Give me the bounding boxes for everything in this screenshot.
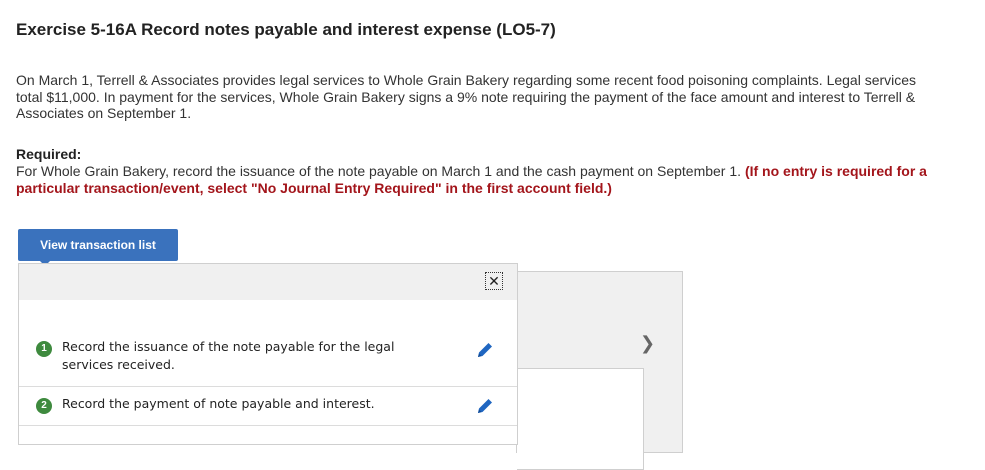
required-label: Required:: [16, 146, 82, 162]
page-title: Exercise 5-16A Record notes payable and …: [16, 20, 556, 39]
close-icon[interactable]: ✕: [485, 272, 503, 290]
transaction-item-1[interactable]: 1 Record the issuance of the note payabl…: [19, 336, 517, 387]
transaction-description: Record the issuance of the note payable …: [62, 339, 395, 372]
required-text: For Whole Grain Bakery, record the issua…: [16, 163, 742, 179]
pencil-icon[interactable]: [475, 340, 495, 360]
problem-description: On March 1, Terrell & Associates provide…: [16, 72, 917, 121]
transaction-number-badge: 2: [36, 398, 52, 414]
journal-panel-background: [516, 271, 683, 470]
chevron-right-icon[interactable]: ❯: [640, 333, 655, 354]
transaction-number-badge: 1: [36, 341, 52, 357]
journal-panel-inner: [517, 368, 644, 470]
popup-header: ✕: [19, 264, 517, 300]
pencil-icon[interactable]: [475, 396, 495, 416]
transaction-list-popup: ✕ 1 Record the issuance of the note paya…: [18, 263, 518, 445]
view-transaction-list-button[interactable]: View transaction list: [18, 229, 178, 261]
transaction-item-2[interactable]: 2 Record the payment of note payable and…: [19, 387, 517, 426]
required-instructions: For Whole Grain Bakery, record the issua…: [16, 163, 956, 197]
transaction-description: Record the payment of note payable and i…: [62, 396, 375, 411]
